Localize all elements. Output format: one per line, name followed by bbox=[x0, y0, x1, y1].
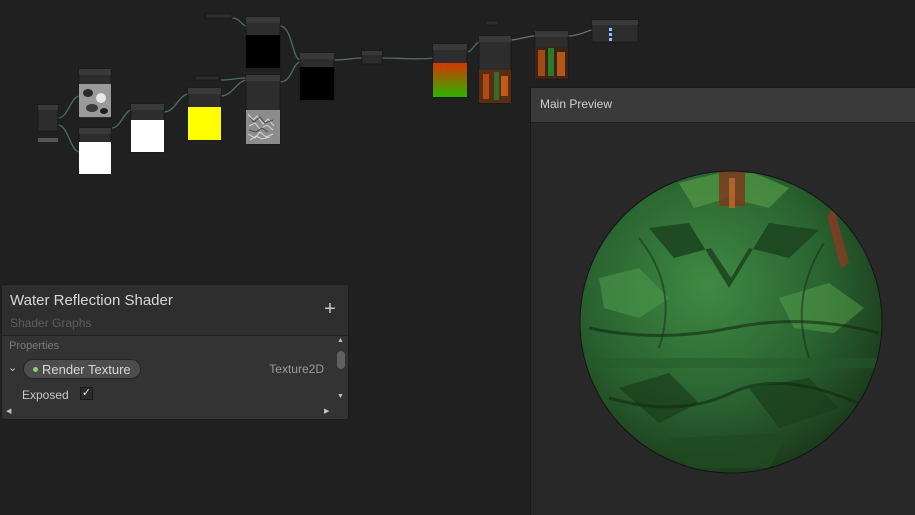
blackboard-title: Water Reflection Shader bbox=[10, 292, 173, 309]
color-node[interactable] bbox=[187, 87, 222, 141]
exposed-dot-icon bbox=[33, 367, 38, 372]
preview-sphere[interactable] bbox=[579, 168, 884, 476]
top-property-node[interactable] bbox=[205, 13, 233, 19]
vertical-scrollbar[interactable]: ▲ ▼ bbox=[335, 337, 347, 403]
add-node[interactable] bbox=[130, 103, 165, 153]
horizontal-scrollbar[interactable]: ◀ ▶ bbox=[4, 407, 334, 417]
vertical-scroll-thumb[interactable] bbox=[337, 351, 345, 369]
scroll-up-icon[interactable]: ▲ bbox=[337, 337, 344, 344]
tiling-node[interactable] bbox=[485, 20, 499, 26]
lerp-node[interactable] bbox=[299, 52, 335, 101]
noise-node[interactable] bbox=[78, 68, 112, 120]
main-preview-header[interactable]: Main Preview bbox=[531, 88, 915, 123]
main-preview-title: Main Preview bbox=[540, 97, 613, 111]
blackboard-subtitle: Shader Graphs bbox=[10, 316, 92, 330]
uv-node[interactable] bbox=[432, 43, 468, 98]
property-name: Render Texture bbox=[42, 362, 131, 377]
sample-node-black[interactable] bbox=[245, 16, 281, 69]
chevron-down-icon[interactable]: ⌄ bbox=[8, 361, 17, 374]
master-node[interactable] bbox=[591, 19, 639, 43]
property-row[interactable]: ⌄ Render Texture Texture2D bbox=[2, 359, 334, 381]
scroll-down-icon[interactable]: ▼ bbox=[337, 393, 344, 400]
properties-section-label: Properties bbox=[9, 340, 60, 352]
exposed-checkbox[interactable]: ✓ bbox=[80, 387, 93, 400]
sample-texture-node-2[interactable] bbox=[534, 30, 569, 80]
blackboard-header: Water Reflection Shader Shader Graphs + bbox=[2, 285, 348, 336]
exposed-label: Exposed bbox=[22, 388, 69, 402]
multiply-node-1[interactable] bbox=[78, 127, 112, 175]
main-preview-panel: Main Preview bbox=[530, 87, 915, 515]
property-type: Texture2D bbox=[269, 362, 324, 376]
blackboard-panel: Water Reflection Shader Shader Graphs + … bbox=[1, 284, 349, 420]
scroll-right-icon[interactable]: ▶ bbox=[324, 407, 329, 415]
plus-icon[interactable]: + bbox=[322, 299, 338, 319]
scroll-left-icon[interactable]: ◀ bbox=[6, 407, 11, 415]
sample-texture-node[interactable] bbox=[245, 74, 281, 145]
time-node[interactable] bbox=[194, 75, 220, 81]
exposed-row: Exposed ✓ bbox=[22, 386, 122, 404]
property-pill[interactable]: Render Texture bbox=[23, 359, 141, 379]
property-node[interactable] bbox=[37, 104, 59, 142]
sample-texture-2d-node[interactable] bbox=[478, 35, 512, 104]
split-node[interactable] bbox=[361, 50, 383, 65]
